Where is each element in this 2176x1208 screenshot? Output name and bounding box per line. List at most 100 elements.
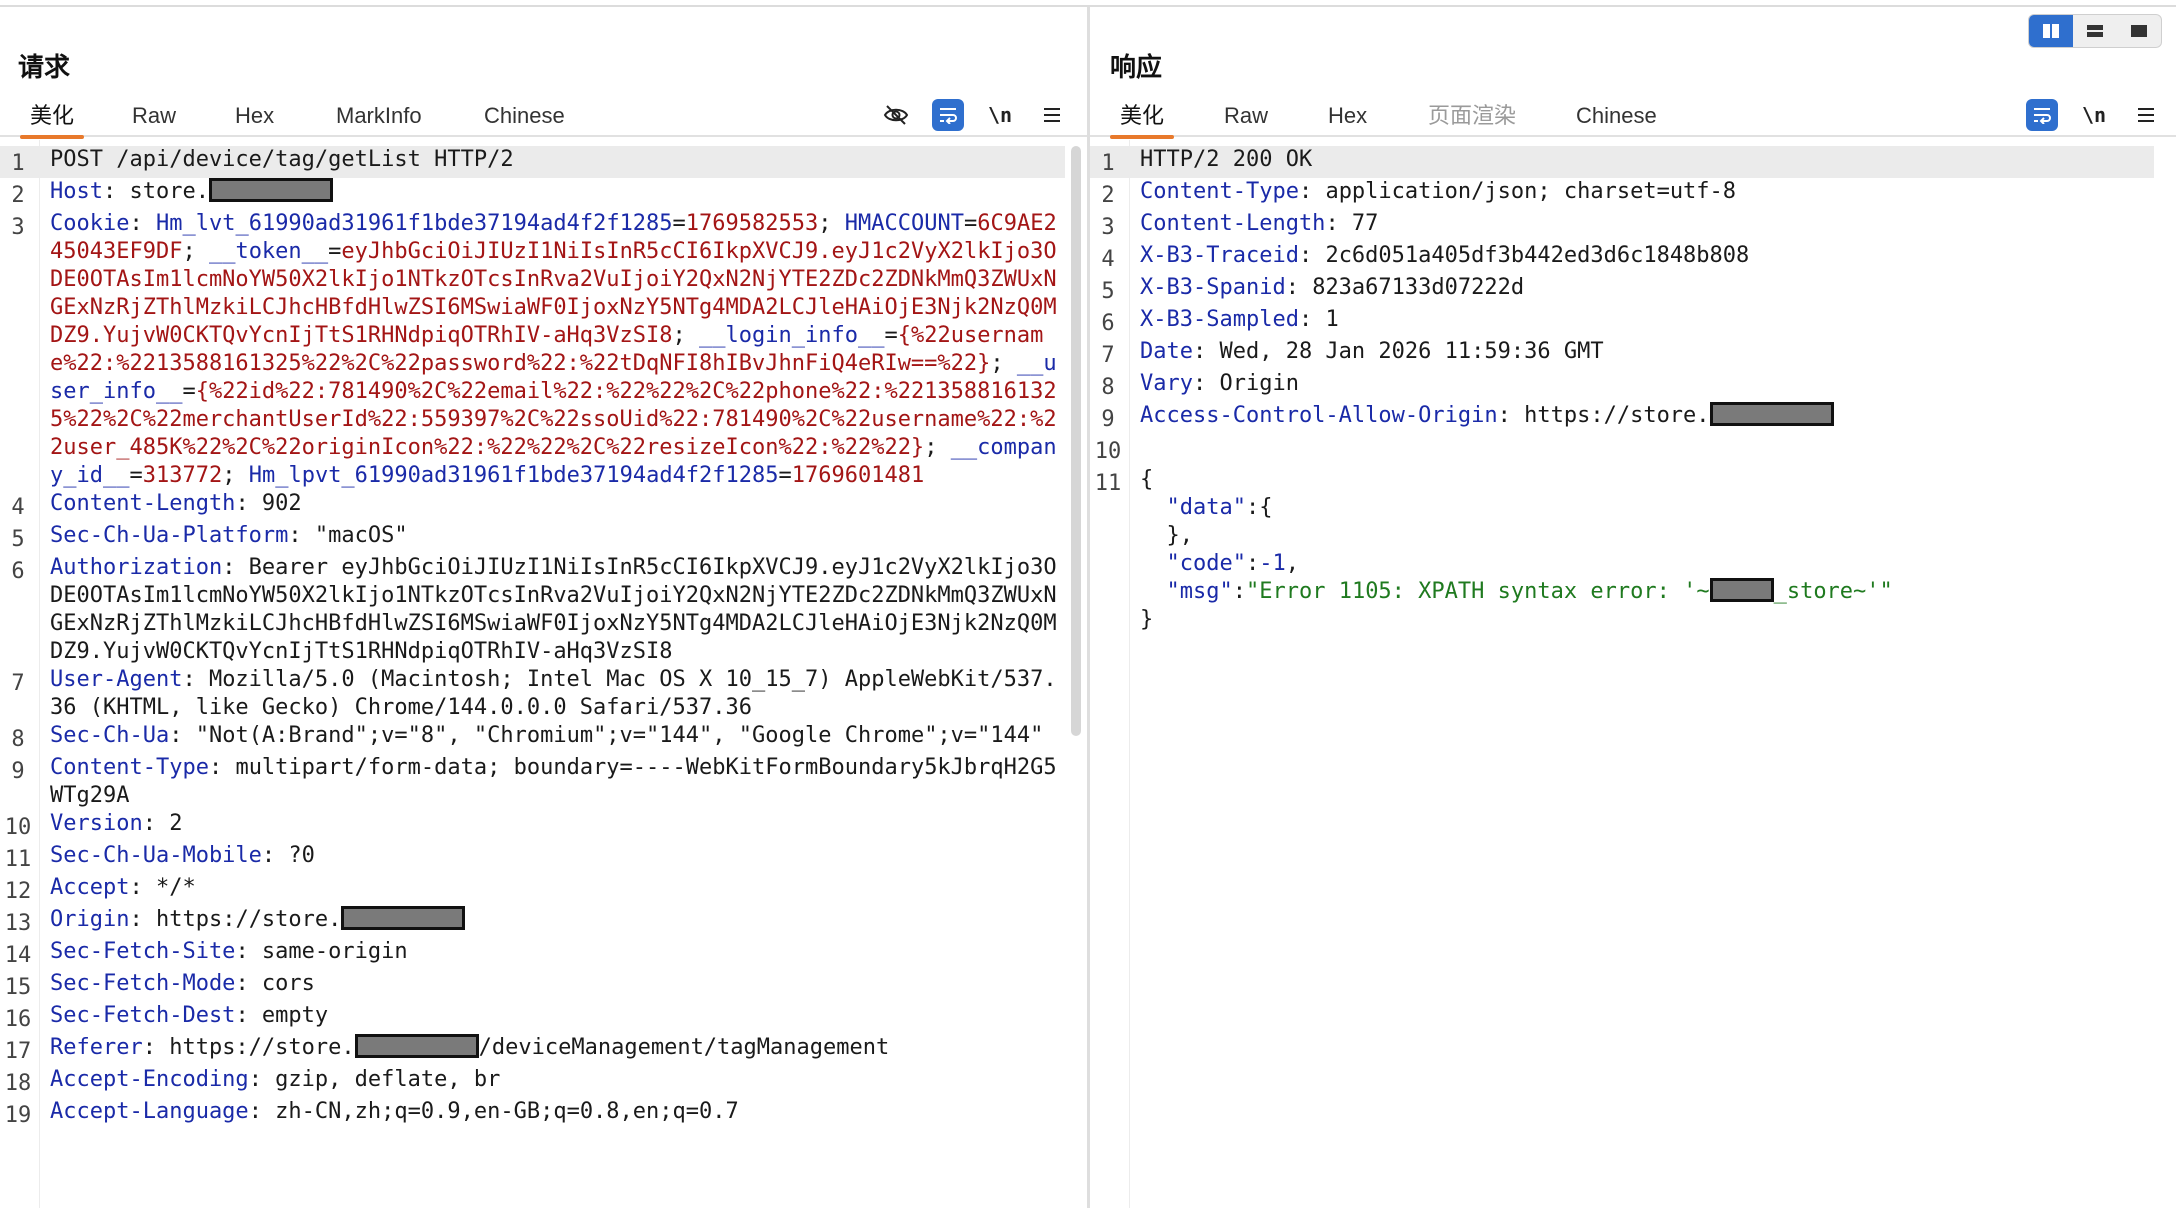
line-number: 16 xyxy=(4,1007,32,1032)
line-text[interactable]: HTTP/2 200 OK xyxy=(1126,146,2154,174)
request-tab-markinfo[interactable]: MarkInfo xyxy=(336,95,422,137)
hide-eye-icon[interactable] xyxy=(880,99,912,131)
line-number: 4 xyxy=(1101,247,1115,272)
line-text[interactable]: Host: store. xyxy=(36,178,1065,206)
code-line: 6 X-B3-Sampled: 1 xyxy=(1090,306,2154,338)
response-tab-hex[interactable]: Hex xyxy=(1328,95,1367,137)
request-title: 请求 xyxy=(18,52,71,82)
code-token: ; xyxy=(222,463,249,488)
code-line: 5 X-B3-Spanid: 823a67133d07222d xyxy=(1090,274,2154,306)
response-pane: 响应 美化 Raw Hex 页面渲染 Chinese \n 1 HTTP/2 20… xyxy=(1090,7,2176,1208)
code-line: 8 Sec-Ch-Ua: "Not(A:Brand";v="8", "Chromi… xyxy=(0,722,1065,754)
redaction-box xyxy=(341,906,466,930)
response-tab-raw[interactable]: Raw xyxy=(1224,95,1268,137)
line-text[interactable]: { "data":{ }, "code":-1, "msg":"Error 11… xyxy=(1126,466,2154,634)
redaction-box xyxy=(1709,402,1834,426)
code-token: ; xyxy=(924,435,951,460)
request-scrollbar[interactable] xyxy=(1071,146,1081,736)
response-tab-pretty[interactable]: 美化 xyxy=(1109,95,1175,139)
newline-toggle-button[interactable]: \n xyxy=(2078,99,2110,131)
code-line: 1 HTTP/2 200 OK xyxy=(1090,146,2154,178)
request-lines: 1 POST /api/device/tag/getList HTTP/2 2 Hos… xyxy=(0,146,1065,1130)
line-text[interactable]: Accept-Language: zh-CN,zh;q=0.9,en-GB;q=… xyxy=(36,1098,1065,1126)
line-text[interactable]: Sec-Fetch-Dest: empty xyxy=(36,1002,1065,1030)
line-text[interactable]: User-Agent: Mozilla/5.0 (Macintosh; Inte… xyxy=(36,666,1065,722)
code-line: 12 Accept: */* xyxy=(0,874,1065,906)
code-token: : 2 xyxy=(142,811,183,836)
code-token: : ?0 xyxy=(261,843,315,868)
code-token: Sec-Fetch-Mode xyxy=(50,971,236,996)
response-editor[interactable]: 1 HTTP/2 200 OK 2 Content-Type: application… xyxy=(1090,140,2176,1208)
line-number: 1 xyxy=(11,151,25,176)
line-text[interactable]: Date: Wed, 28 Jan 2026 11:59:36 GMT xyxy=(1126,338,2154,366)
line-text[interactable]: POST /api/device/tag/getList HTTP/2 xyxy=(36,146,1065,174)
code-token: = xyxy=(884,323,898,348)
line-number: 10 xyxy=(1094,439,1122,464)
code-token: : */* xyxy=(129,875,196,900)
line-number: 11 xyxy=(1094,471,1122,496)
line-text[interactable]: Accept: */* xyxy=(36,874,1065,902)
code-token: : gzip, deflate, br xyxy=(248,1067,501,1092)
line-text[interactable]: X-B3-Spanid: 823a67133d07222d xyxy=(1126,274,2154,302)
code-token: : 77 xyxy=(1325,211,1379,236)
code-token: ; xyxy=(990,351,1017,376)
menu-icon[interactable] xyxy=(2130,99,2162,131)
menu-icon[interactable] xyxy=(1036,99,1068,131)
line-text[interactable]: Origin: https://store. xyxy=(36,906,1065,934)
redaction-box xyxy=(208,178,333,202)
line-text[interactable]: Content-Length: 77 xyxy=(1126,210,2154,238)
code-line: 10 xyxy=(1090,434,2154,466)
code-line: 18 Accept-Encoding: gzip, deflate, br xyxy=(0,1066,1065,1098)
line-text[interactable]: Authorization: Bearer eyJhbGciOiJIUzI1Ni… xyxy=(36,554,1065,666)
line-text[interactable]: Cookie: Hm_lvt_61990ad31961f1bde37194ad4… xyxy=(36,210,1065,490)
line-text[interactable]: Content-Type: multipart/form-data; bound… xyxy=(36,754,1065,810)
code-token: Sec-Ch-Ua-Platform xyxy=(50,523,289,548)
line-number: 9 xyxy=(11,759,25,784)
line-number: 5 xyxy=(11,527,25,552)
response-title: 响应 xyxy=(1110,52,1163,82)
request-tab-chinese[interactable]: Chinese xyxy=(484,95,565,137)
code-token: : https://store. xyxy=(129,907,342,932)
line-text[interactable]: Sec-Fetch-Mode: cors xyxy=(36,970,1065,998)
code-token: : empty xyxy=(235,1003,329,1028)
redaction-box xyxy=(354,1034,479,1058)
line-text[interactable]: Sec-Ch-Ua-Platform: "macOS" xyxy=(36,522,1065,550)
request-tab-hex[interactable]: Hex xyxy=(235,95,274,137)
code-token: X-B3-Spanid xyxy=(1140,275,1286,300)
request-tab-pretty[interactable]: 美化 xyxy=(19,95,85,139)
code-token: -1 xyxy=(1259,551,1286,576)
line-text[interactable]: Referer: https://store. /deviceManagement… xyxy=(36,1034,1065,1062)
code-token: Sec-Ch-Ua xyxy=(50,723,170,748)
code-token: 313772 xyxy=(142,463,223,488)
line-text[interactable]: Content-Length: 902 xyxy=(36,490,1065,518)
line-text[interactable]: Access-Control-Allow-Origin: https://sto… xyxy=(1126,402,2154,430)
line-text[interactable]: Content-Type: application/json; charset=… xyxy=(1126,178,2154,206)
line-text[interactable]: X-B3-Traceid: 2c6d051a405df3b442ed3d6c18… xyxy=(1126,242,2154,270)
line-number: 18 xyxy=(4,1071,32,1096)
line-text[interactable]: Vary: Origin xyxy=(1126,370,2154,398)
code-token: POST /api/device/tag/getList HTTP/2 xyxy=(50,147,514,172)
line-text[interactable]: Sec-Fetch-Site: same-origin xyxy=(36,938,1065,966)
request-tab-raw[interactable]: Raw xyxy=(132,95,176,137)
code-token: "data" xyxy=(1166,495,1246,520)
word-wrap-icon[interactable] xyxy=(932,99,964,131)
newline-toggle-button[interactable]: \n xyxy=(984,99,1016,131)
line-text[interactable]: Sec-Ch-Ua: "Not(A:Brand";v="8", "Chromiu… xyxy=(36,722,1065,750)
line-text[interactable]: Accept-Encoding: gzip, deflate, br xyxy=(36,1066,1065,1094)
code-token: = xyxy=(963,211,978,236)
response-tab-chinese[interactable]: Chinese xyxy=(1576,95,1657,137)
code-token: Vary xyxy=(1140,371,1193,396)
response-lines: 1 HTTP/2 200 OK 2 Content-Type: application… xyxy=(1090,146,2154,634)
code-line: 16 Sec-Fetch-Dest: empty xyxy=(0,1002,1065,1034)
word-wrap-icon[interactable] xyxy=(2026,99,2058,131)
code-token: : zh-CN,zh;q=0.9,en-GB;q=0.8,en;q=0.7 xyxy=(248,1099,739,1124)
request-editor[interactable]: 1 POST /api/device/tag/getList HTTP/2 2 Hos… xyxy=(0,140,1087,1208)
code-token: Referer xyxy=(50,1035,143,1060)
line-text[interactable]: Sec-Ch-Ua-Mobile: ?0 xyxy=(36,842,1065,870)
response-tab-render[interactable]: 页面渲染 xyxy=(1428,95,1516,137)
line-text[interactable]: Version: 2 xyxy=(36,810,1065,838)
code-token: Hm_lvt_61990ad31961f1bde37194ad4f2f1285 xyxy=(155,211,673,236)
code-line: 1 POST /api/device/tag/getList HTTP/2 xyxy=(0,146,1065,178)
code-token: } xyxy=(1140,607,1154,632)
line-text[interactable]: X-B3-Sampled: 1 xyxy=(1126,306,2154,334)
